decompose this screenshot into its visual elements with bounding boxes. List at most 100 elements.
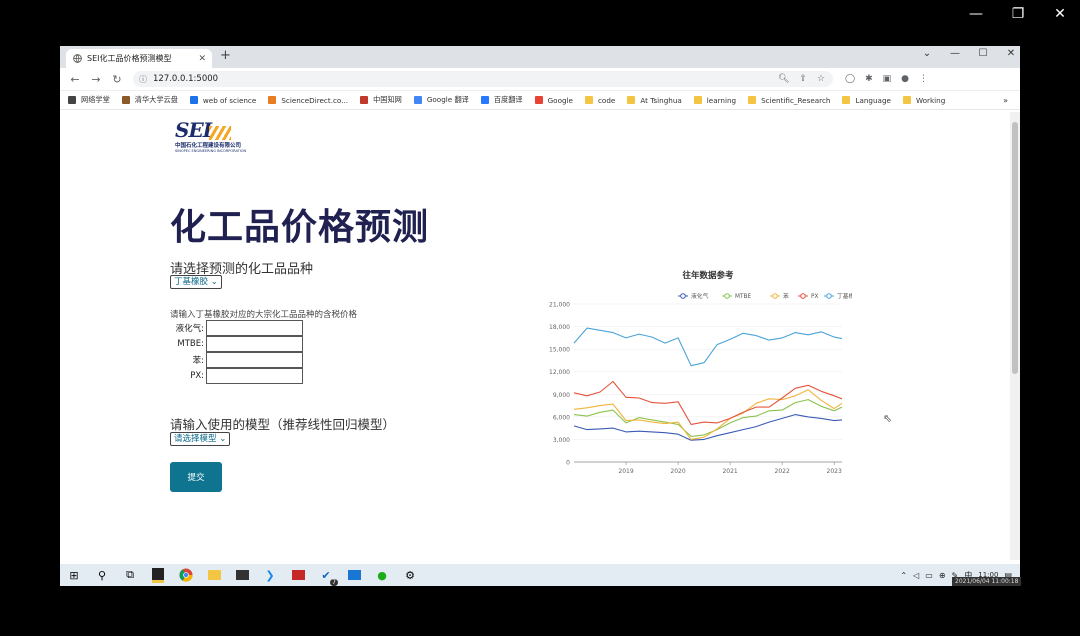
browser-tab[interactable]: SEI化工品价格预测模型 ✕: [66, 49, 212, 68]
menu-icon[interactable]: ⋮: [919, 74, 928, 84]
wechat-icon[interactable]: ●: [371, 564, 393, 586]
bookmark-favicon-icon: [121, 96, 130, 104]
back-icon[interactable]: ←: [69, 73, 81, 86]
submit-button[interactable]: 提交: [170, 462, 222, 492]
reload-icon[interactable]: ↻: [111, 73, 123, 86]
vscode-icon[interactable]: ❯: [259, 564, 281, 586]
bookmark-favicon-icon: [68, 96, 76, 104]
settings-icon[interactable]: ⚙: [399, 564, 421, 586]
globe-icon: [73, 54, 82, 63]
y-tick-label: 12,000: [549, 369, 570, 376]
restore-icon[interactable]: ❐: [1008, 6, 1028, 22]
bookmark-folder[interactable]: At Tsinghua: [627, 96, 682, 105]
extensions-icon[interactable]: ✱: [865, 74, 873, 84]
legend-label: 丁基橡胶: [837, 292, 852, 300]
input-hint: 请输入丁基橡胶对应的大宗化工品品种的含税价格: [170, 310, 358, 320]
legend-swatch-dot: [772, 293, 778, 299]
model-select-label: 请输入使用的模型（推荐线性回归模型）: [170, 417, 396, 432]
chevron-down-icon: ⌄: [219, 434, 227, 444]
bookmark-folder[interactable]: Working: [902, 95, 946, 105]
chevron-up-icon[interactable]: ⌃: [900, 571, 907, 580]
product-select-value: 丁基橡胶: [174, 277, 209, 287]
sidebar-icon[interactable]: ▣: [883, 74, 892, 84]
field-row-px: PX:: [170, 368, 303, 384]
profile-icon[interactable]: ●: [901, 74, 909, 84]
folder-icon: [902, 96, 911, 104]
close-icon[interactable]: ✕: [1006, 48, 1016, 59]
y-tick-label: 3,000: [553, 437, 570, 444]
series-line-0: [573, 414, 843, 441]
tab-search-icon[interactable]: ⌄: [922, 48, 932, 59]
bookmark-item[interactable]: 中国知网: [360, 95, 402, 105]
mouse-cursor-icon: ⇖: [883, 412, 893, 425]
minimize-icon[interactable]: —: [966, 6, 986, 22]
file-explorer-icon[interactable]: [203, 564, 225, 586]
bookmark-item[interactable]: 百度翻译: [480, 95, 523, 105]
bookmark-item[interactable]: Google 翻译: [413, 95, 469, 105]
app-red-icon[interactable]: [287, 564, 309, 586]
lpg-price-input[interactable]: [206, 320, 303, 336]
bookmark-label: ScienceDirect.co...: [281, 95, 349, 105]
network-icon[interactable]: ⊕: [939, 571, 946, 580]
logo-mark: SEI: [175, 118, 212, 142]
folder-icon: [748, 96, 757, 104]
todo-icon[interactable]: ✔ 7: [315, 564, 338, 586]
field-row-benzene: 苯:: [170, 352, 303, 368]
field-row-mtbe: MTBE:: [170, 336, 303, 352]
series-line-2: [573, 389, 843, 440]
logo-cn: 中国石化工程建设有限公司: [175, 143, 242, 149]
bookmark-label: Language: [855, 95, 891, 105]
mtbe-price-input[interactable]: [206, 336, 303, 352]
model-select[interactable]: 请选择模型 ⌄: [170, 432, 231, 446]
bookmark-item[interactable]: ScienceDirect.co...: [268, 96, 348, 105]
page-scrollbar[interactable]: [1010, 112, 1020, 560]
tab-close-icon[interactable]: ✕: [198, 54, 206, 64]
terminal-icon[interactable]: [231, 564, 253, 586]
bookmark-label: Working: [915, 95, 946, 105]
info-icon[interactable]: ⓘ: [139, 74, 147, 85]
logo-stripes: [209, 125, 232, 140]
sticky-app-icon[interactable]: [147, 564, 169, 586]
task-view-icon[interactable]: ⧉: [119, 564, 141, 586]
bookmark-folder[interactable]: Language: [842, 95, 891, 105]
chart-title: 往年数据参考: [682, 270, 734, 281]
bookmark-folder[interactable]: code: [584, 95, 616, 105]
bookmarks-more-button[interactable]: »: [1003, 96, 1008, 105]
bookmark-item[interactable]: 清华大学云盘: [121, 95, 178, 105]
search-icon[interactable]: ⚲: [91, 564, 113, 586]
page-content: SEI 中国石化工程建设有限公司 SINOPEC ENGINEERING INC…: [60, 112, 1010, 560]
battery-icon[interactable]: ▭: [925, 571, 933, 580]
bookmark-label: learning: [706, 95, 737, 105]
model-select-value: 请选择模型: [174, 434, 217, 444]
zoom-icon[interactable]: 🔍︎: [778, 74, 789, 84]
benzene-price-input[interactable]: [206, 352, 303, 368]
close-icon[interactable]: ✕: [1050, 6, 1070, 22]
bookmark-folder[interactable]: Scientific_Research: [748, 96, 830, 105]
bookmark-star-icon[interactable]: ☆: [817, 74, 825, 84]
legend-label: PX: [811, 294, 818, 300]
url-field[interactable]: ⓘ 127.0.0.1:5000 🔍︎ ⇪ ☆: [133, 71, 833, 87]
field-label: 苯:: [192, 356, 204, 366]
forward-icon[interactable]: →: [90, 73, 102, 86]
new-tab-button[interactable]: +: [220, 48, 231, 63]
bookmark-label: code: [597, 95, 616, 105]
tab-title: SEI化工品价格预测模型: [87, 54, 172, 63]
px-price-input[interactable]: [206, 368, 303, 384]
scrollbar-thumb[interactable]: [1012, 122, 1018, 374]
folder-icon: [842, 96, 851, 104]
windows-start-icon[interactable]: ⊞: [63, 564, 85, 586]
bookmark-folder[interactable]: learning: [693, 95, 737, 105]
bookmark-item[interactable]: 网络学堂: [68, 95, 110, 105]
minimize-icon[interactable]: —: [950, 48, 960, 59]
bookmark-favicon-icon: [480, 96, 489, 104]
bookmark-item[interactable]: web of science: [189, 96, 256, 105]
bookmark-favicon-icon: [360, 96, 369, 104]
chrome-icon[interactable]: [175, 564, 197, 586]
photos-icon[interactable]: [343, 564, 365, 586]
bookmark-item[interactable]: Google: [534, 96, 573, 105]
share-icon[interactable]: ⇪: [799, 74, 807, 84]
extension-circle-icon[interactable]: ◯: [845, 74, 855, 84]
volume-icon[interactable]: ◁: [913, 571, 919, 580]
maximize-icon[interactable]: ☐: [978, 48, 988, 59]
product-select[interactable]: 丁基橡胶 ⌄: [170, 275, 222, 289]
